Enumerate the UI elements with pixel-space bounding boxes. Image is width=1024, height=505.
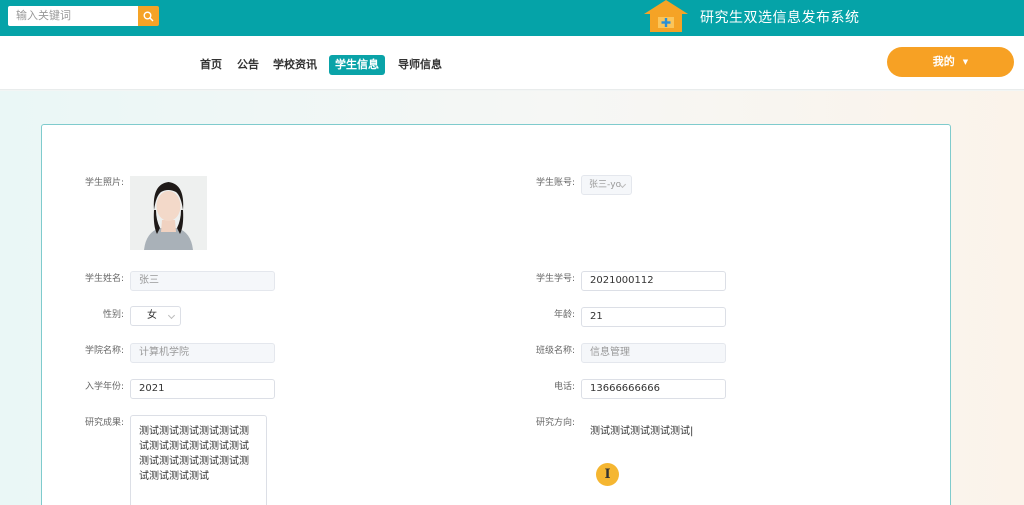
account-label: 学生账号: [535, 178, 575, 188]
class-field[interactable]: 信息管理 [581, 343, 726, 363]
nav-notice[interactable]: 公告 [237, 55, 259, 75]
direction-editor[interactable]: 测试测试测试测试测试| [590, 424, 693, 439]
student-photo [130, 176, 207, 250]
gender-label: 性别: [102, 310, 124, 320]
nav-school-news[interactable]: 学校资讯 [273, 55, 317, 75]
chevron-down-icon [167, 311, 176, 320]
achievement-textarea[interactable]: 测试测试测试测试测试测试测试测试测试测试测试测试测试测试测试测试测试测试测试测试 [130, 415, 267, 505]
gender-select[interactable]: 女 [130, 306, 181, 326]
name-label: 学生姓名: [84, 274, 124, 284]
class-label: 班级名称: [535, 346, 575, 356]
name-field[interactable]: 张三 [130, 271, 275, 291]
age-field[interactable]: 21 [581, 307, 726, 327]
portrait-image [130, 176, 207, 250]
year-field[interactable]: 2021 [130, 379, 275, 399]
text-cursor-icon: I [596, 463, 619, 486]
me-label: 我的 [932, 55, 955, 68]
student-no-label: 学生学号: [535, 274, 575, 284]
nav-student-info[interactable]: 学生信息 [329, 55, 385, 75]
house-logo-icon [644, 0, 688, 32]
achievement-label: 研究成果: [84, 418, 124, 428]
college-label: 学院名称: [84, 346, 124, 356]
phone-field[interactable]: 13666666666 [581, 379, 726, 399]
nav-home[interactable]: 首页 [200, 55, 222, 75]
search-button[interactable] [138, 6, 159, 26]
caret-down-icon: ▼ [962, 58, 969, 66]
college-field[interactable]: 计算机学院 [130, 343, 275, 363]
main-nav: 首页 公告 学校资讯 学生信息 导师信息 我的 ▼ [0, 36, 1024, 90]
account-value: 张三-yo [589, 180, 622, 190]
account-select[interactable]: 张三-yo [581, 175, 632, 195]
top-bar: 输入关键词 研究生双选信息发布系统 [0, 0, 1024, 36]
age-label: 年龄: [553, 310, 575, 320]
year-label: 入学年份: [84, 382, 124, 392]
search-icon [143, 11, 154, 21]
system-title: 研究生双选信息发布系统 [700, 10, 860, 26]
search-input[interactable]: 输入关键词 [8, 6, 138, 26]
photo-label: 学生照片: [84, 178, 124, 188]
me-dropdown-button[interactable]: 我的 ▼ [887, 47, 1014, 77]
phone-label: 电话: [553, 382, 575, 392]
student-no-field[interactable]: 2021000112 [581, 271, 726, 291]
nav-tutor-info[interactable]: 导师信息 [398, 55, 442, 75]
direction-label: 研究方向: [535, 418, 575, 428]
gender-value: 女 [147, 310, 157, 321]
